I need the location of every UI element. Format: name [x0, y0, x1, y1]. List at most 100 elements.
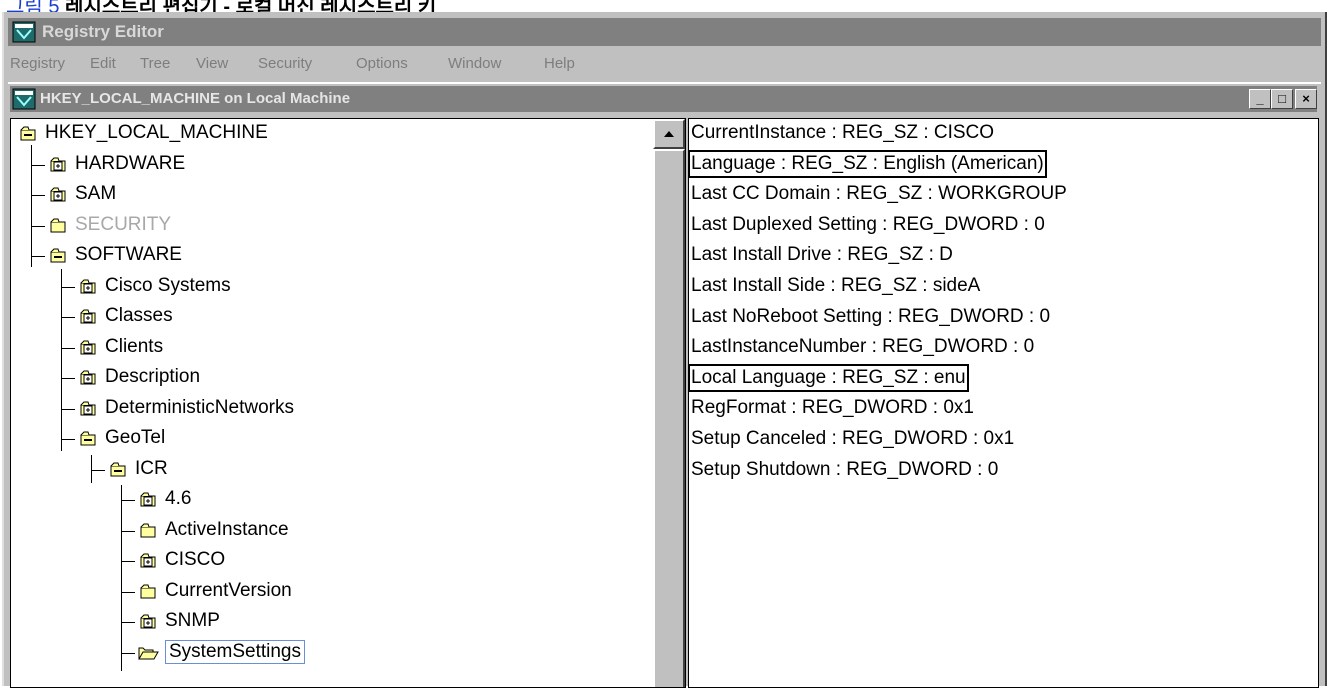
registry-value[interactable]: RegFormat : REG_DWORD : 0x1 — [691, 397, 974, 419]
tree-connector — [121, 530, 135, 532]
tree-node-label: ICR — [135, 457, 168, 479]
menu-tree[interactable]: Tree — [140, 55, 170, 72]
tree-connector — [61, 439, 75, 440]
tree-node-label: Clients — [105, 335, 164, 357]
folder-minus-icon — [17, 124, 39, 150]
tree-node-label: Cisco Systems — [105, 274, 231, 296]
tree-node-label: Description — [105, 366, 201, 387]
maximize-button[interactable]: □ — [1271, 89, 1293, 109]
minimize-button[interactable]: _ — [1249, 89, 1271, 109]
tree-node[interactable]: SNMP — [137, 609, 537, 637]
registry-value[interactable]: Last Duplexed Setting : REG_DWORD : 0 — [691, 214, 1045, 236]
tree-node-label: SOFTWARE — [75, 244, 182, 265]
menu-view[interactable]: View — [196, 55, 228, 72]
registry-value[interactable]: Setup Canceled : REG_DWORD : 0x1 — [691, 428, 1014, 450]
maximize-icon: □ — [1278, 91, 1286, 106]
menu-window[interactable]: Window — [448, 55, 501, 72]
tree-node[interactable]: SECURITY — [47, 213, 447, 241]
menu-bar: Registry Edit Tree View Security Options… — [8, 48, 1321, 78]
tree-node[interactable]: HKEY_LOCAL_MACHINE — [17, 121, 417, 149]
tree-node[interactable]: GeoTel — [77, 426, 477, 454]
tree-connector — [61, 317, 75, 318]
tree-node-label: HKEY_LOCAL_MACHINE — [45, 122, 268, 143]
child-title-bar[interactable]: HKEY_LOCAL_MACHINE on Local Machine _ □ … — [10, 86, 1317, 112]
tree-node[interactable]: DeterministicNetworks — [77, 396, 477, 424]
tree-connector — [61, 286, 75, 288]
tree-connector — [61, 378, 75, 379]
registry-value[interactable]: Setup Shutdown : REG_DWORD : 0 — [691, 459, 998, 481]
tree-node[interactable]: CISCO — [137, 548, 537, 576]
app-title: Registry Editor — [42, 22, 164, 41]
caption: 그림 5 레지스트리 편집기 - 로컬 머신 레지스트리 키 — [6, 0, 436, 12]
registry-value[interactable]: Last CC Domain : REG_SZ : WORKGROUP — [691, 183, 1067, 205]
close-icon: × — [1302, 91, 1310, 106]
tree-node-label: ActiveInstance — [165, 518, 289, 540]
tree-connector — [61, 269, 62, 451]
tree-node-label: SAM — [75, 183, 117, 204]
tree-node[interactable]: ActiveInstance — [137, 518, 537, 546]
tree-node-label: CISCO — [165, 549, 226, 570]
menu-options[interactable]: Options — [356, 55, 408, 72]
folder-plus-icon — [77, 277, 99, 303]
tree-vertical-scrollbar[interactable] — [653, 119, 685, 687]
registry-value[interactable]: Last Install Side : REG_SZ : sideA — [691, 275, 980, 297]
tree-node[interactable]: SOFTWARE — [47, 243, 447, 271]
app-title-bar[interactable]: Registry Editor — [8, 18, 1321, 46]
registry-value[interactable]: Last NoReboot Setting : REG_DWORD : 0 — [691, 306, 1050, 328]
tree-connector — [61, 347, 75, 349]
tree-connector — [31, 164, 45, 166]
tree-connector — [121, 622, 135, 623]
folder-plus-icon — [47, 155, 69, 181]
tree-pane: HKEY_LOCAL_MACHINE HARDWARE SAM SECURITY SOF… — [10, 118, 686, 688]
arrow-up-icon — [664, 131, 674, 137]
folder-icon — [47, 216, 69, 242]
tree-connector — [31, 145, 32, 267]
scroll-thumb[interactable] — [653, 149, 685, 687]
menu-help[interactable]: Help — [544, 55, 575, 72]
tree-node[interactable]: Cisco Systems — [77, 274, 477, 302]
scroll-up-button[interactable] — [653, 119, 685, 149]
tree-node[interactable]: SystemSettings — [137, 639, 537, 668]
hklm-child-window: HKEY_LOCAL_MACHINE on Local Machine _ □ … — [8, 82, 1321, 688]
registry-editor-window: Registry Editor Registry Edit Tree View … — [2, 12, 1327, 688]
caption-text: 레지스트리 편집기 - 로컬 머신 레지스트리 키 — [65, 0, 437, 12]
tree-connector — [121, 652, 135, 654]
tree-connector — [31, 256, 45, 257]
folder-minus-icon — [47, 246, 69, 272]
tree-node[interactable]: Clients — [77, 335, 477, 363]
tree-connector — [121, 561, 135, 562]
tree-node[interactable]: SAM — [47, 182, 447, 210]
tree-connector — [121, 591, 135, 593]
tree-connector — [31, 225, 45, 227]
tree-connector — [61, 408, 75, 410]
folder-plus-icon — [77, 307, 99, 333]
registry-value[interactable]: LastInstanceNumber : REG_DWORD : 0 — [691, 336, 1034, 358]
registry-value[interactable]: Local Language : REG_SZ : enu — [689, 363, 969, 392]
registry-value[interactable]: Language : REG_SZ : English (American) — [689, 149, 1047, 178]
folder-icon — [137, 582, 159, 608]
tree-node-label: SNMP — [165, 610, 220, 631]
tree-connector — [121, 500, 135, 501]
tree-node[interactable]: 4.6 — [137, 487, 537, 515]
tree-node-label: Classes — [105, 305, 173, 326]
menu-edit[interactable]: Edit — [90, 55, 116, 72]
registry-value[interactable]: Last Install Drive : REG_SZ : D — [691, 244, 953, 266]
tree-connector — [121, 485, 122, 671]
tree-node[interactable]: ICR — [107, 457, 507, 485]
tree-node[interactable]: Classes — [77, 304, 477, 332]
tree-node[interactable]: Description — [77, 365, 477, 393]
tree-node[interactable]: CurrentVersion — [137, 579, 537, 607]
registry-app-icon — [12, 21, 36, 48]
minimize-icon: _ — [1256, 91, 1264, 106]
caption-link[interactable]: 그림 5 — [6, 0, 59, 12]
tree-node-label: 4.6 — [165, 488, 192, 509]
menu-security[interactable]: Security — [258, 55, 312, 72]
folder-plus-icon — [137, 551, 159, 577]
close-button[interactable]: × — [1295, 89, 1317, 109]
caption-strip: 그림 5 레지스트리 편집기 - 로컬 머신 레지스트리 키 — [0, 0, 1333, 12]
tree-node-label: GeoTel — [105, 427, 166, 448]
folder-plus-icon — [47, 185, 69, 211]
menu-registry[interactable]: Registry — [10, 55, 65, 72]
registry-value[interactable]: CurrentInstance : REG_SZ : CISCO — [691, 122, 994, 144]
tree-node[interactable]: HARDWARE — [47, 152, 447, 180]
